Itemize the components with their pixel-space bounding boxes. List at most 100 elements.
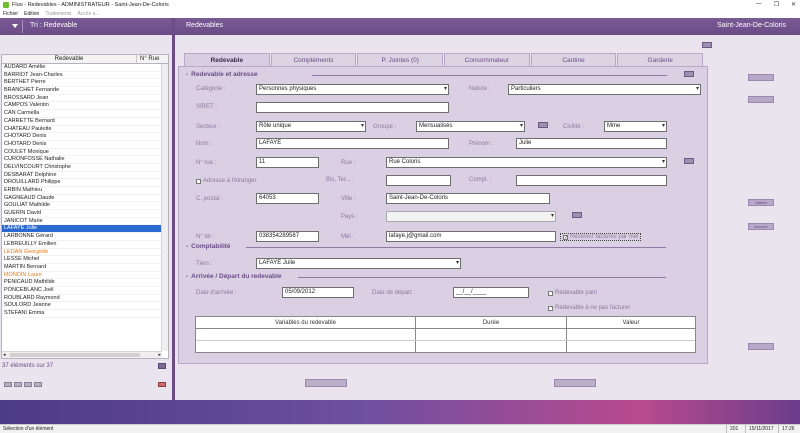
list-item[interactable]: CURONFOSSE Nathalie [2,156,162,164]
side-button-3[interactable] [748,343,774,350]
list-item[interactable]: GOULIAT Mathilde [2,202,162,211]
list-item[interactable]: BARRIOT Jean-Charles [2,72,162,80]
list-item[interactable]: GAGNEAUD Claude [2,195,162,203]
list-item[interactable]: STEFANI Emma [2,310,162,318]
list-item[interactable]: SOULORD Jeanne [2,302,162,310]
list-item[interactable]: ROUBLARD Raymond [2,295,162,303]
scroll-thumb[interactable] [10,353,140,357]
valider-button[interactable]: Valider [748,199,774,206]
list-item[interactable]: PENICAUD Mathilde [2,279,162,287]
list-item[interactable]: LAFAYE Julie [2,225,162,234]
side-button-2[interactable] [748,96,774,103]
groupe-detail-icon[interactable] [538,122,548,128]
menu-acces[interactable]: Accès a... [78,11,100,17]
scroll-right-icon[interactable]: ▸ [158,352,161,358]
grid-header-valeur[interactable]: Valeur [567,317,695,328]
pays-select[interactable] [386,211,556,222]
ne-pas-facturer-checkbox-box[interactable] [548,305,553,311]
grid-row[interactable] [196,341,695,353]
groupe-select[interactable]: Mensualisés [416,121,525,132]
menu-edition[interactable]: Edition [24,11,39,17]
mel-input[interactable]: lafaye.j@gmail.com [386,231,556,242]
list-item[interactable]: LARBONNE Gérard [2,233,162,241]
grid-row[interactable] [196,329,695,341]
list-item[interactable]: CHATEAU Paulette [2,126,162,134]
ne-pas-facturer-checkbox[interactable]: Redevable à ne pas facturer [548,305,630,311]
list-item[interactable]: CHOTARD Denis [2,133,162,141]
secteur-select[interactable]: Rôle unique [256,121,366,132]
list-item[interactable]: MARTIN Bernard [2,264,162,272]
list-item[interactable]: DROUILLARD Philippe [2,179,162,187]
column-header-no-rue[interactable]: N° Rue [137,55,168,63]
column-header-redevable[interactable]: Redevable [2,55,137,63]
rue-detail-icon[interactable] [684,158,694,164]
list-item[interactable]: DESBARAT Delphine [2,172,162,180]
date-arrivee-input[interactable]: 05/09/2012 [282,287,354,298]
redevable-parti-checkbox[interactable]: Redevable parti [548,290,597,296]
list-item[interactable]: CHOTARD Denis [2,141,162,149]
nav-last-button[interactable] [34,382,42,387]
nav-prev-button[interactable] [14,382,22,387]
bottom-button-left[interactable] [305,379,347,387]
etranger-checkbox[interactable]: Adresse à l'étranger [196,178,257,184]
bottom-button-right[interactable] [554,379,596,387]
list-item[interactable]: ERBIN Mathieu [2,187,162,195]
annuler-button[interactable]: Annuler [748,223,774,230]
recevoir-factures-checkbox-box[interactable] [563,234,568,240]
edit-icon[interactable] [684,71,694,77]
nav-first-button[interactable] [4,382,12,387]
etranger-checkbox-box[interactable] [196,178,201,184]
list-item[interactable]: GUERIN David [2,210,162,218]
nature-select[interactable]: Particuliers [508,84,701,95]
list-vertical-scrollbar[interactable] [161,64,168,351]
list-item[interactable]: AUDARD Amélie [2,64,162,72]
list-item[interactable]: MONDIN Laure [2,272,162,280]
tab-cantine[interactable]: Cantine [530,53,617,66]
sort-label[interactable]: Tri : Redevable [30,22,77,29]
side-button-1[interactable] [748,74,774,81]
grid-header-variables[interactable]: Variables du redevable [196,317,416,328]
categorie-select[interactable]: Personnes physiques [256,84,449,95]
recevoir-factures-checkbox[interactable]: Recevoir factures par mél [560,233,642,241]
list-item[interactable]: LESSE Michel [2,256,162,264]
ville-input[interactable]: Saint-Jean-De-Coloris [386,193,550,204]
list-item[interactable]: PONCEBLANC Joël [2,287,162,295]
tab-garderie[interactable]: Garderie [617,53,704,66]
nom-input[interactable]: LAFAYE [256,138,449,149]
maximize-icon[interactable]: ❐ [774,1,779,8]
grid-header-duree[interactable]: Durée [416,317,567,328]
list-item[interactable]: LEDAN Georgette [2,249,162,257]
rue-select[interactable]: Rue Coloris [386,157,667,168]
list-item[interactable]: CARRETTE Bernard [2,118,162,126]
list-options-button[interactable] [158,363,166,369]
list-item[interactable]: BRANCHET Fernande [2,87,162,95]
menu-traitements[interactable]: Traitements [45,11,71,17]
tab-complements[interactable]: Compléments [270,53,357,66]
list-item[interactable]: LEBREUILLY Emilien [2,241,162,249]
norue-input[interactable]: 11 [256,157,319,168]
tiers-select[interactable]: LAFAYE Julie [256,258,461,269]
compl-input[interactable] [516,175,667,186]
siret-input[interactable] [256,102,449,113]
list-horizontal-scrollbar[interactable]: ◂ ▸ [2,351,162,358]
bis-input[interactable] [386,175,451,186]
tab-pieces-jointes[interactable]: P. Jointes (0) [357,53,444,66]
sort-dropdown-icon[interactable] [12,24,18,28]
list-item[interactable]: CAMPOS Valentin [2,102,162,111]
nav-next-button[interactable] [24,382,32,387]
date-depart-input[interactable]: __/__/____ [453,287,529,298]
list-item[interactable]: BERTHET Pierre [2,79,162,88]
menu-fichier[interactable]: Fichier [3,11,18,17]
prenom-input[interactable]: Julie [516,138,667,149]
list-item[interactable]: COULET Monique [2,149,162,157]
tel-input[interactable]: 038354289587 [256,231,319,242]
close-icon[interactable]: ✕ [791,1,796,8]
pays-detail-icon[interactable] [572,212,582,218]
print-icon[interactable] [702,42,712,48]
cp-input[interactable]: 64053 [256,193,319,204]
delete-button[interactable] [158,382,166,387]
list-item[interactable]: JANICOT Marie [2,218,162,226]
minimize-icon[interactable]: — [756,1,762,8]
list-item[interactable]: DELVINCOURT Christophe [2,164,162,172]
list-item[interactable]: BROSSARD Jean [2,95,162,103]
